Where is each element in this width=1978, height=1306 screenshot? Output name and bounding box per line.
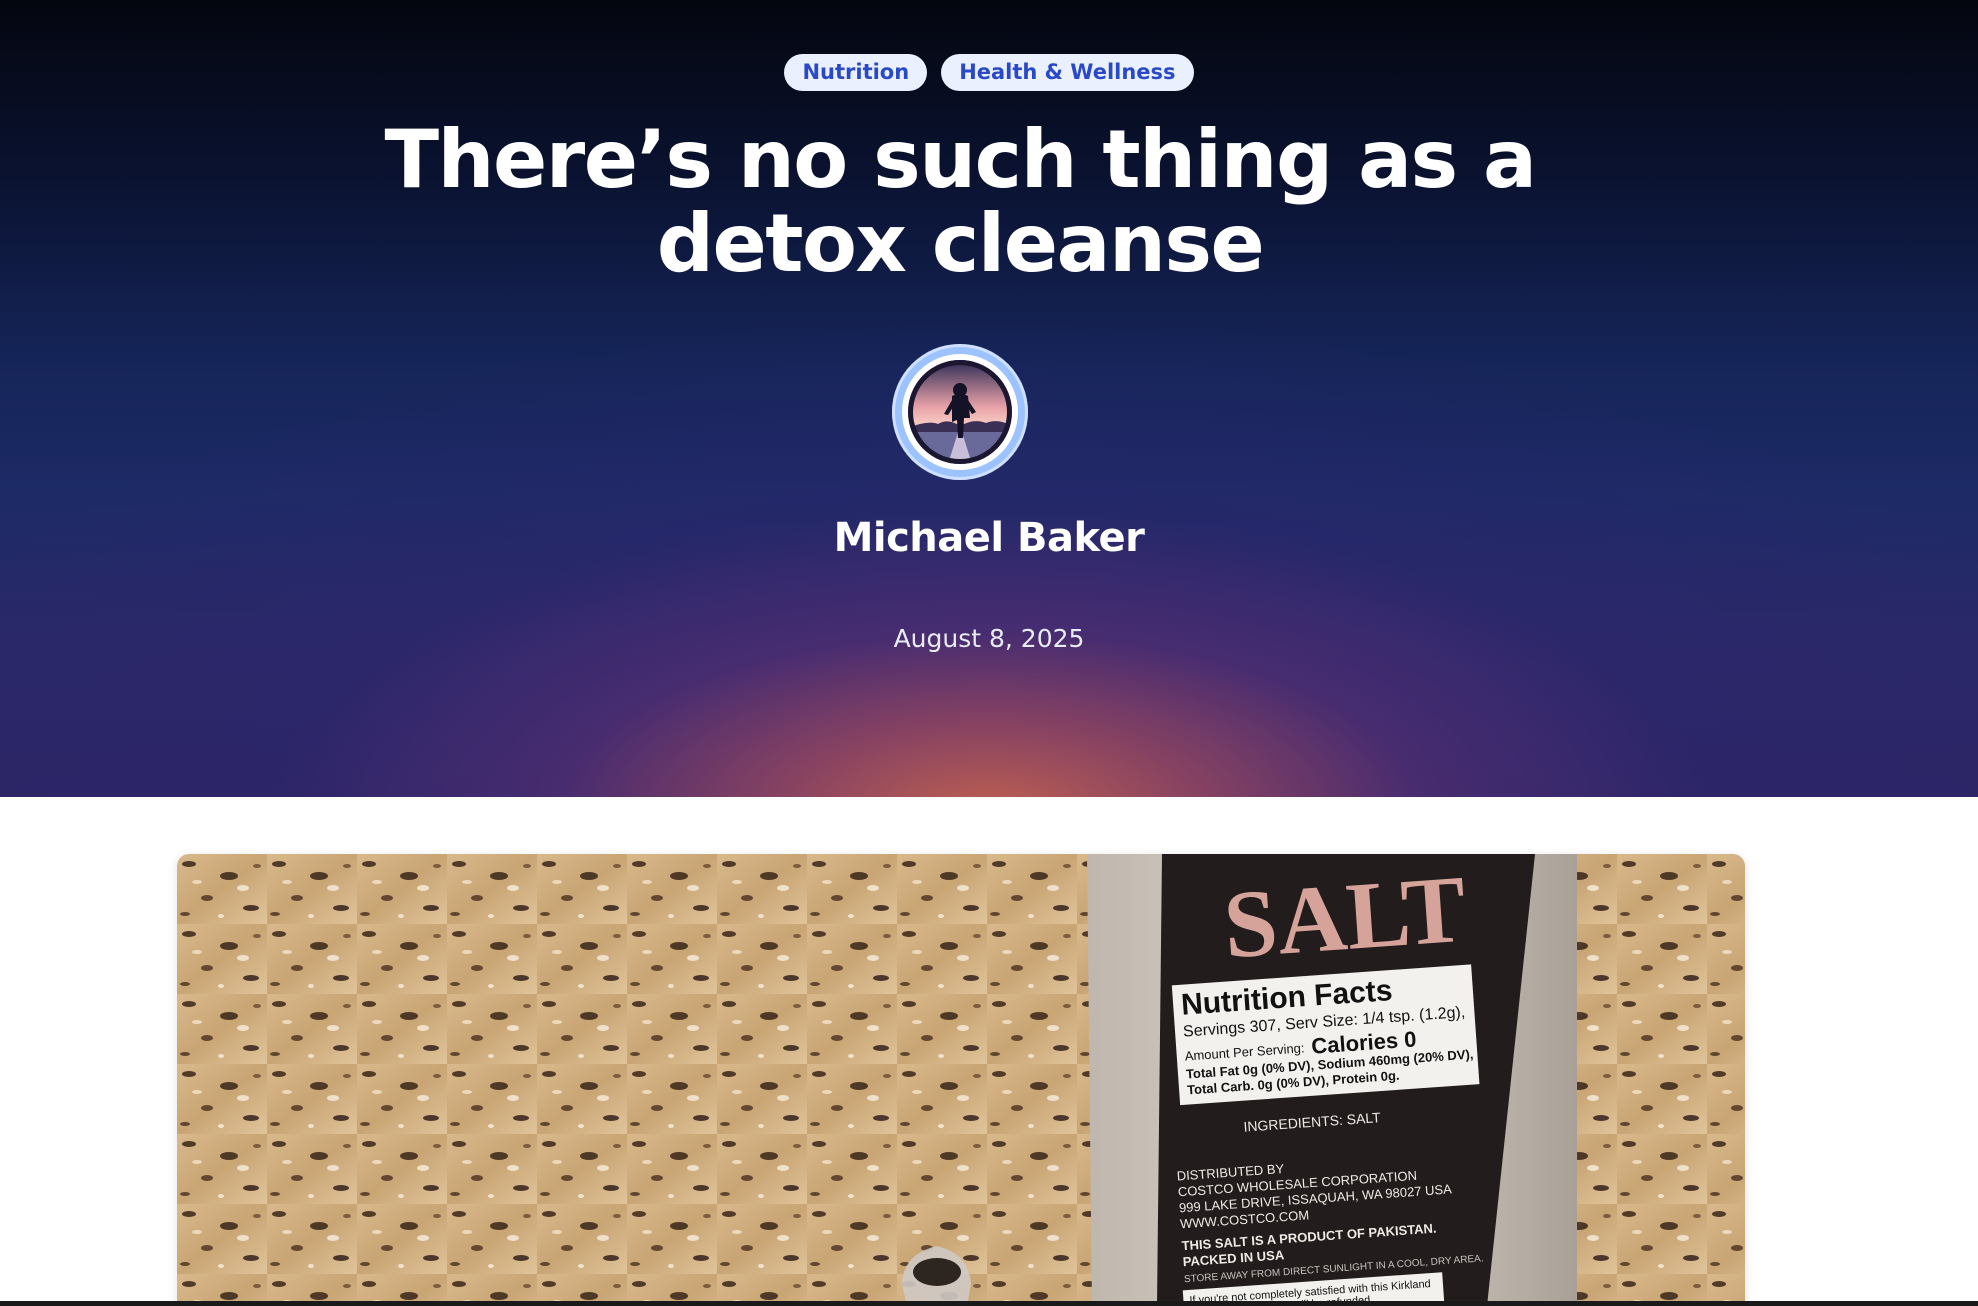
author-avatar[interactable] xyxy=(892,344,1028,480)
author-name[interactable]: Michael Baker xyxy=(0,514,1978,562)
svg-text:SALT: SALT xyxy=(1220,855,1469,979)
article-title: There’s no such thing as a detox cleanse xyxy=(384,113,1537,290)
tag-health-wellness[interactable]: Health & Wellness xyxy=(941,54,1194,91)
runner-avatar-image xyxy=(908,360,1012,464)
salt-container-photo: SALT Nutrition Facts Servings 307, Serv … xyxy=(177,854,1745,1306)
hero-header: Nutrition Health & Wellness There’s no s… xyxy=(0,0,1978,797)
tag-list: Nutrition Health & Wellness xyxy=(0,54,1978,91)
publish-date: August 8, 2025 xyxy=(893,624,1085,653)
hero-photo: SALT Nutrition Facts Servings 307, Serv … xyxy=(177,854,1745,1306)
bottom-edge xyxy=(0,1301,1978,1306)
tag-nutrition[interactable]: Nutrition xyxy=(784,54,928,91)
